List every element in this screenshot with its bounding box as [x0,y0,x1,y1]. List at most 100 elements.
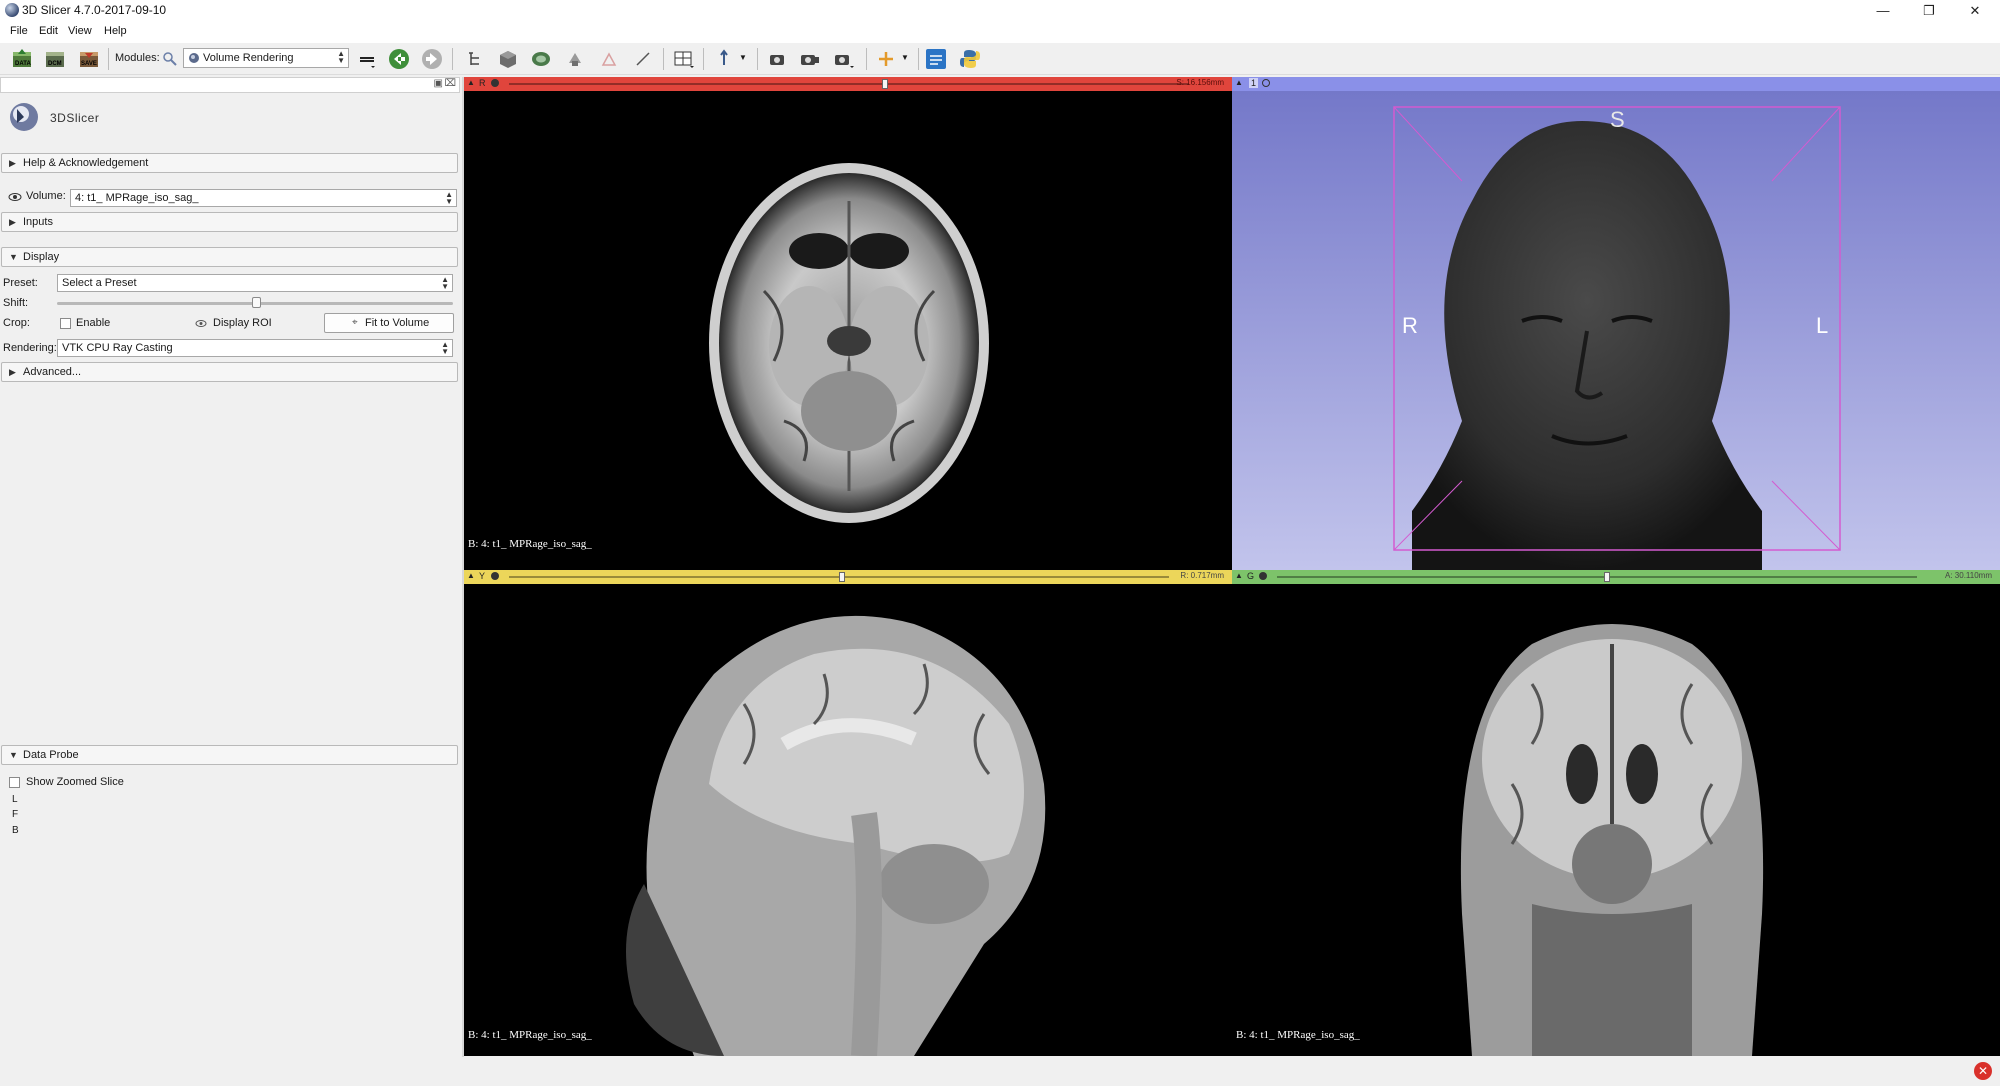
shift-slider-handle[interactable] [252,297,261,308]
save-icon-text: SAVE [81,61,97,67]
help-acknowledgement-section[interactable]: ▶ Help & Acknowledgement [1,153,458,173]
save-icon: SAVE [80,52,98,67]
screenshot-button[interactable] [765,47,789,71]
save-button[interactable]: SAVE [77,47,101,71]
layout-button[interactable] [672,47,696,71]
restore-icon[interactable]: ❐ [1906,0,1952,21]
yellow-slice-view[interactable]: B: 4: t1_ MPRage_iso_sag_ [464,584,1232,1056]
link-icon[interactable] [1262,79,1270,87]
red-slice-view[interactable]: B: 4: t1_ MPRage_iso_sag_ [464,91,1232,570]
chevron-updown-icon: ▲ ▼ [337,49,345,65]
volumes-module-button[interactable] [496,47,520,71]
models-module-button[interactable] [529,47,553,71]
pin-icon[interactable]: ▲ [467,78,475,87]
load-data-button[interactable]: DATA [10,47,34,71]
red-offset-slider-track[interactable] [509,83,1189,85]
inputs-section-label: Inputs [23,216,53,228]
volume-selector[interactable]: 4: t1_ MPRage_iso_sag_ ▲ ▼ [70,189,457,207]
close-panel-icon[interactable]: ⌧ [444,78,456,89]
capture-button[interactable] [832,47,856,71]
yellow-view-corner-annotation: B: 4: t1_ MPRage_iso_sag_ [468,1029,592,1041]
preset-selector-value: Select a Preset [62,277,137,289]
back-module-button[interactable] [387,47,411,71]
preset-selector[interactable]: Select a Preset ▲ ▼ [57,274,453,292]
menu-view[interactable]: View [68,25,92,37]
toolbar-separator [452,48,453,70]
advanced-section[interactable]: ▶ Advanced... [1,362,458,382]
module-search-icon[interactable] [163,52,177,66]
rendering-selector[interactable]: VTK CPU Ray Casting ▲ ▼ [57,339,453,357]
minimize-icon[interactable]: — [1860,0,1906,21]
volume-rendered-head-image [1393,106,1841,570]
green-view-corner-annotation: B: 4: t1_ MPRage_iso_sag_ [1236,1029,1360,1041]
expand-arrow-icon: ▶ [9,367,16,377]
main-toolbar: DATA DCM SAVE Modules: Volume Rendering … [0,43,2000,75]
close-window-icon[interactable]: ✕ [1952,0,1998,21]
fit-to-volume-button[interactable]: ⌖ Fit to Volume [324,313,454,333]
inputs-section[interactable]: ▶ Inputs [1,212,458,232]
annotations-module-button[interactable] [631,47,655,71]
extension-manager-button[interactable] [924,47,948,71]
transforms-module-button[interactable] [563,47,587,71]
capture-camera-icon [835,55,854,68]
menu-file[interactable]: File [10,25,28,37]
toolbar-separator [108,48,109,70]
crosshair-button[interactable] [712,47,736,71]
yellow-offset-slider-handle[interactable] [839,572,845,582]
arrow-right-icon [422,49,442,69]
green-slice-controller: ▲ G A: 30.110mm [1232,570,2000,584]
panel-header-strip: ▣ ⌧ [0,77,460,93]
error-log-icon[interactable]: ✕ [1974,1062,1992,1080]
crosshair-dropdown-icon[interactable]: ▼ [739,53,747,62]
scene-view-button[interactable] [798,47,822,71]
red-view-corner-annotation: B: 4: t1_ MPRage_iso_sag_ [468,538,592,550]
data-probe-section[interactable]: ▼ Data Probe [1,745,458,765]
pin-icon[interactable]: ▲ [1235,571,1243,580]
link-eye-icon[interactable] [1259,572,1267,580]
data-module-button[interactable] [463,47,487,71]
visibility-eye-icon[interactable] [8,191,22,203]
menu-help[interactable]: Help [104,25,127,37]
extension-manager-icon [926,49,946,69]
green-slice-view[interactable]: B: 4: t1_ MPRage_iso_sag_ [1232,584,2000,1056]
place-fiducial-button[interactable] [874,47,898,71]
markups-icon [601,52,617,66]
module-history-button[interactable] [355,47,379,71]
fiducial-dropdown-icon[interactable]: ▼ [901,53,909,62]
link-eye-icon[interactable] [491,79,499,87]
toolbar-separator [918,48,919,70]
python-console-button[interactable] [958,47,982,71]
crop-enable-checkbox[interactable] [60,318,71,329]
toolbar-separator [663,48,664,70]
data-icon: DATA [13,49,31,67]
python-icon [960,50,980,68]
title-bar: 3D Slicer 4.7.0-2017-09-10 — ❐ ✕ [0,0,2000,21]
preset-label: Preset: [3,277,38,289]
module-selector[interactable]: Volume Rendering ▲ ▼ [183,48,349,68]
red-offset-slider-handle[interactable] [882,79,888,89]
green-offset-value: A: 30.110mm [1945,571,1992,580]
pin-icon[interactable]: ▲ [467,571,475,580]
link-eye-icon[interactable] [491,572,499,580]
show-zoomed-slice-checkbox[interactable] [9,777,20,788]
ruler-icon [636,52,650,66]
load-dicom-button[interactable]: DCM [43,47,67,71]
menu-edit[interactable]: Edit [39,25,58,37]
display-section[interactable]: ▼ Display [1,247,458,267]
modules-label: Modules: [115,52,160,64]
undock-icon[interactable]: ▣ [434,78,443,89]
threed-view[interactable]: S R L [1232,91,2000,570]
expand-arrow-icon: ▶ [9,217,16,227]
chevron-updown-icon: ▲ ▼ [441,275,449,291]
crop-label: Crop: [3,317,30,329]
pin-icon[interactable]: ▲ [1235,78,1243,87]
display-roi-eye-icon[interactable] [195,318,207,329]
green-offset-slider-handle[interactable] [1604,572,1610,582]
markups-module-button[interactable] [597,47,621,71]
green-offset-slider-track[interactable] [1277,576,1917,578]
dicom-icon-text: DCM [48,61,62,67]
crosshair-pointer-icon [720,49,728,65]
transform-icon [569,53,581,66]
forward-module-button[interactable] [420,47,444,71]
yellow-view-tag: Y [479,571,486,581]
